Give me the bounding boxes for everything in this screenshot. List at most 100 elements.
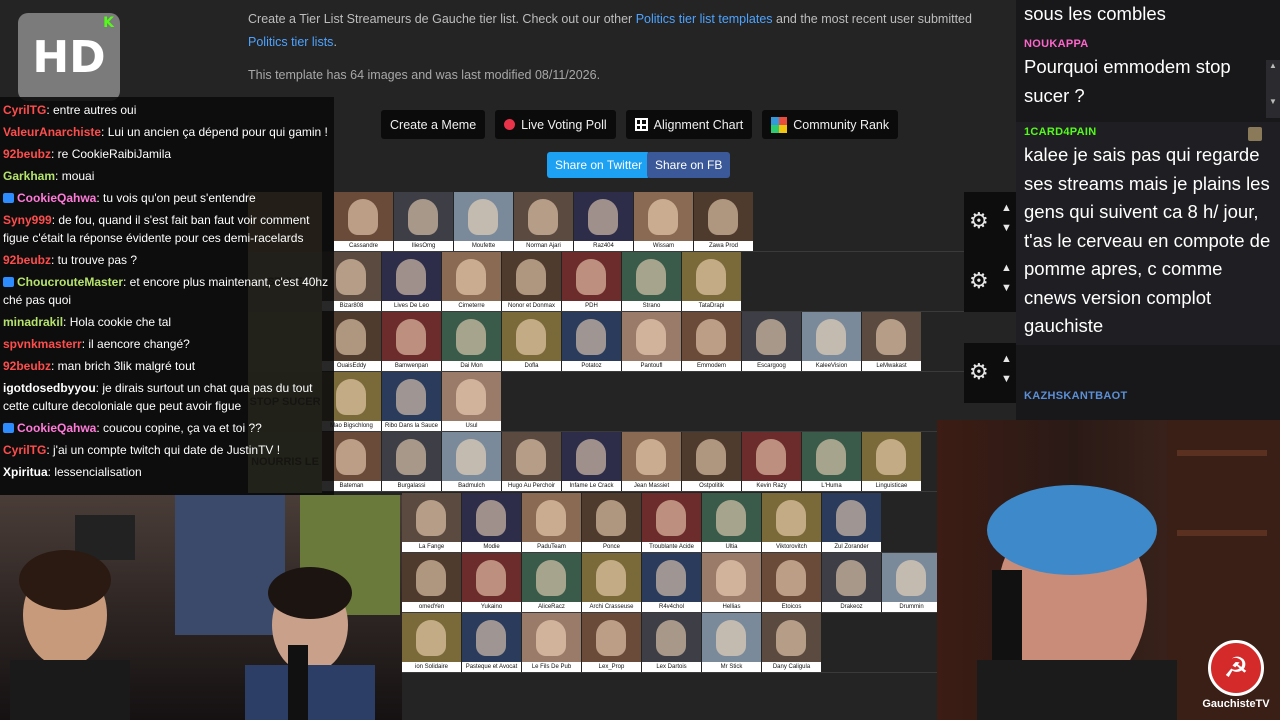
chat-username[interactable]: Garkham: [3, 169, 55, 183]
tier-item[interactable]: R4v4chol: [642, 553, 701, 612]
chat-username[interactable]: igotdosedbyyou: [3, 381, 96, 395]
tier-item[interactable]: Ribo Dans la Sauce: [382, 372, 441, 431]
share-fb-button[interactable]: Share on FB: [647, 152, 731, 178]
right-chat-panel: sous les combles NOUKAPPA Pourquoi emmodem…: [1016, 0, 1280, 420]
tier-item[interactable]: Dofla: [502, 312, 561, 371]
tier-item[interactable]: ion Solidaire: [402, 613, 461, 672]
chevron-down-icon[interactable]: ▼: [1001, 373, 1012, 385]
tier-item[interactable]: omedYen: [402, 553, 461, 612]
tier-item[interactable]: Linguisticae: [862, 432, 921, 491]
chat-username[interactable]: CookieQahwa: [17, 191, 96, 205]
chat-username[interactable]: Xpiritua: [3, 465, 48, 479]
tier-item[interactable]: Kevin Razy: [742, 432, 801, 491]
chat-username[interactable]: ChoucrouteMaster: [17, 275, 123, 289]
tier-item[interactable]: Dai Mon: [442, 312, 501, 371]
tier-item[interactable]: Raz404: [574, 192, 633, 251]
chevron-up-icon[interactable]: ▲: [1001, 262, 1012, 274]
tier-item[interactable]: Lex_Prop: [582, 613, 641, 672]
tier-item[interactable]: Jean Massiet: [622, 432, 681, 491]
tier-item[interactable]: Hellias: [702, 553, 761, 612]
chat-username[interactable]: NOUKAPPA: [1024, 38, 1272, 50]
tier-item[interactable]: Ostpolitik: [682, 432, 741, 491]
live-voting-button[interactable]: Live Voting Poll: [495, 110, 616, 139]
alignment-chart-button[interactable]: Alignment Chart: [625, 110, 753, 139]
microphone-shape: [288, 645, 308, 720]
tier-item[interactable]: Emmodem: [682, 312, 741, 371]
chat-username[interactable]: ValeurAnarchiste: [3, 125, 101, 139]
tier-item[interactable]: Hugo Au Perchoir: [502, 432, 561, 491]
tier-item[interactable]: Ultia: [702, 493, 761, 552]
tier-item[interactable]: Potatoz: [562, 312, 621, 371]
tier-item[interactable]: L'Huma: [802, 432, 861, 491]
tier-item[interactable]: Pasteque et Avocat: [462, 613, 521, 672]
chat-username[interactable]: CookieQahwa: [17, 421, 96, 435]
tier-item[interactable]: Drakeoz: [822, 553, 881, 612]
chevron-down-icon[interactable]: ▼: [1001, 282, 1012, 294]
tier-item[interactable]: KaleeVision: [802, 312, 861, 371]
chat-username[interactable]: Syny999: [3, 213, 52, 227]
create-meme-label: Create a Meme: [390, 117, 477, 132]
tier-item[interactable]: Badmulch: [442, 432, 501, 491]
politics-templates-link[interactable]: Politics tier list templates: [636, 12, 773, 26]
chat-username[interactable]: CyrilTG: [3, 443, 46, 457]
tier-item[interactable]: Ponce: [582, 493, 641, 552]
tier-item[interactable]: Le Fils De Pub: [522, 613, 581, 672]
tier-item[interactable]: PaduTeam: [522, 493, 581, 552]
tier-item[interactable]: Wissam: [634, 192, 693, 251]
tier-item[interactable]: Bamwenpan: [382, 312, 441, 371]
tier-item[interactable]: IliesOmg: [394, 192, 453, 251]
chat-scrollbar[interactable]: ▲ ▼: [1266, 60, 1280, 118]
tier-item[interactable]: LeMwakast: [862, 312, 921, 371]
share-twitter-button[interactable]: Share on Twitter: [547, 152, 651, 178]
tier-item[interactable]: AliceRacz: [522, 553, 581, 612]
gear-icon[interactable]: ⚙: [969, 270, 989, 292]
gear-icon[interactable]: ⚙: [969, 210, 989, 232]
politics-tierlists-link[interactable]: Politics tier lists: [248, 35, 333, 49]
tier-item[interactable]: Usul: [442, 372, 501, 431]
chat-username[interactable]: 92beubz: [3, 359, 51, 373]
tier-item[interactable]: Cimeterre: [442, 252, 501, 311]
tier-item[interactable]: Etoicos: [762, 553, 821, 612]
community-rank-button[interactable]: Community Rank: [762, 110, 899, 139]
chat-username[interactable]: 92beubz: [3, 253, 51, 267]
tier-item[interactable]: Yukaino: [462, 553, 521, 612]
tier-item[interactable]: Burgalassi: [382, 432, 441, 491]
tier-item[interactable]: Cassandre: [334, 192, 393, 251]
tier-item[interactable]: Strano: [622, 252, 681, 311]
tier-item[interactable]: Norman Ajari: [514, 192, 573, 251]
tier-item[interactable]: Dany Caligula: [762, 613, 821, 672]
tier-item[interactable]: Moufette: [454, 192, 513, 251]
tier-item[interactable]: Escargoog: [742, 312, 801, 371]
chat-username[interactable]: KAZHSKANTBAOT: [1024, 390, 1272, 402]
tier-item[interactable]: Lives De Leo: [382, 252, 441, 311]
tier-item[interactable]: Lex Dartois: [642, 613, 701, 672]
tier-item[interactable]: Mr Stick: [702, 613, 761, 672]
chat-username[interactable]: 1CARD4PAIN: [1024, 126, 1272, 138]
tier-item[interactable]: Zawa Prod: [694, 192, 753, 251]
tier-item[interactable]: Archi Crasseuse: [582, 553, 641, 612]
tier-item[interactable]: Infame Le Crack: [562, 432, 621, 491]
chat-username[interactable]: spvnkmasterr: [3, 337, 82, 351]
tier-item[interactable]: Zul Zorander: [822, 493, 881, 552]
tier-item[interactable]: Nonor et Donmax: [502, 252, 561, 311]
tier-item[interactable]: Troublante Acide: [642, 493, 701, 552]
chat-text: : Lui un ancien ça dépend pour qui gamin…: [101, 125, 328, 139]
chevron-up-icon[interactable]: ▲: [1001, 202, 1012, 214]
tier-item[interactable]: Pantoufl: [622, 312, 681, 371]
tier-item[interactable]: Modie: [462, 493, 521, 552]
tier-item-label: Strano: [622, 301, 681, 311]
chat-username[interactable]: 92beubz: [3, 147, 51, 161]
tier-item[interactable]: La Fange: [402, 493, 461, 552]
chat-username[interactable]: CyrilTG: [3, 103, 46, 117]
tier-item[interactable]: Viktorovitch: [762, 493, 821, 552]
tier-item[interactable]: Drummin: [882, 553, 941, 612]
gauchistetv-brand: ☭ GauchisteTV: [1198, 640, 1274, 720]
chat-username[interactable]: minadrakil: [3, 315, 63, 329]
live-voting-label: Live Voting Poll: [521, 117, 607, 132]
chevron-up-icon[interactable]: ▲: [1001, 353, 1012, 365]
tier-item[interactable]: TataDrapi: [682, 252, 741, 311]
create-meme-button[interactable]: Create a Meme: [381, 110, 486, 139]
gear-icon[interactable]: ⚙: [969, 361, 989, 383]
tier-item[interactable]: PDH: [562, 252, 621, 311]
chevron-down-icon[interactable]: ▼: [1001, 222, 1012, 234]
